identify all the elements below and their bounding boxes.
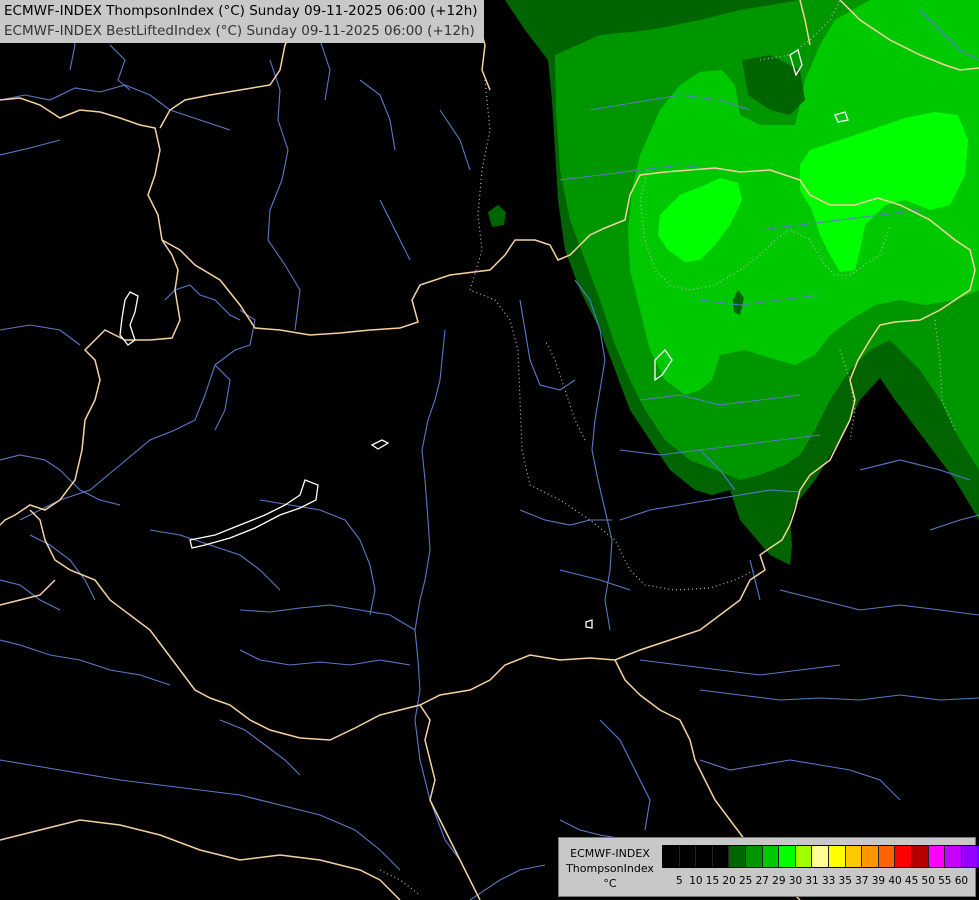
title-thompson-index: ECMWF-INDEX ThompsonIndex (°C) Sunday 09… [4, 3, 478, 19]
legend-swatch [712, 846, 730, 867]
legend-tick-label: 40 [888, 875, 902, 887]
legend-ticks: 5 10 15 20 25 27 29 30 31 33 35 37 39 40 45 50 55 60 [671, 875, 970, 887]
legend-tick-label: 37 [855, 875, 869, 887]
legend-tick-label: 55 [938, 875, 952, 887]
legend-swatch [679, 846, 697, 867]
title-best-lifted-index: ECMWF-INDEX BestLiftedIndex (°C) Sunday … [4, 23, 475, 39]
legend-tick-label: 29 [772, 875, 786, 887]
legend-swatch [928, 846, 946, 867]
legend-tick-label: 25 [738, 875, 753, 887]
legend-swatch [812, 846, 829, 867]
legend-swatch [745, 846, 763, 867]
legend-swatch [845, 846, 863, 867]
legend-swatch [911, 846, 929, 867]
legend-tick-label: 50 [921, 875, 935, 887]
legend-swatch [696, 846, 713, 867]
legend-unit: °C [603, 877, 617, 890]
legend-tick-label: 35 [838, 875, 852, 887]
legend-tick-label: 27 [755, 875, 769, 887]
legend-swatch [945, 846, 962, 867]
map-title-box: ECMWF-INDEX ThompsonIndex (°C) Sunday 09… [0, 0, 484, 43]
legend-parameter: ThompsonIndex [566, 862, 654, 875]
legend-swatches [662, 845, 979, 868]
legend-swatch [663, 846, 680, 867]
legend-tick-label: 33 [821, 875, 836, 887]
legend-tick-label: 31 [805, 875, 819, 887]
weather-map [0, 0, 979, 900]
legend-swatch [795, 846, 813, 867]
legend-tick-label: 5 [675, 875, 683, 887]
legend-swatch [961, 846, 979, 867]
legend-swatch [895, 846, 912, 867]
legend-swatch [828, 846, 846, 867]
legend-tick-label: 30 [788, 875, 803, 887]
legend-tick-label: 10 [689, 875, 703, 887]
legend-tick-label: 20 [722, 875, 736, 887]
legend-model: ECMWF-INDEX [570, 847, 650, 860]
legend-tick-label: 60 [954, 875, 969, 887]
legend-tick-label: 39 [871, 875, 886, 887]
legend-swatch [878, 846, 896, 867]
color-legend: ECMWF-INDEX ThompsonIndex °C 5 10 15 20 25 27… [558, 837, 979, 897]
legend-swatch [762, 846, 780, 867]
legend-tick-label: 15 [705, 875, 720, 887]
legend-swatch [729, 846, 746, 867]
legend-tick-label: 45 [904, 875, 919, 887]
legend-swatch [862, 846, 879, 867]
legend-swatch [779, 846, 796, 867]
